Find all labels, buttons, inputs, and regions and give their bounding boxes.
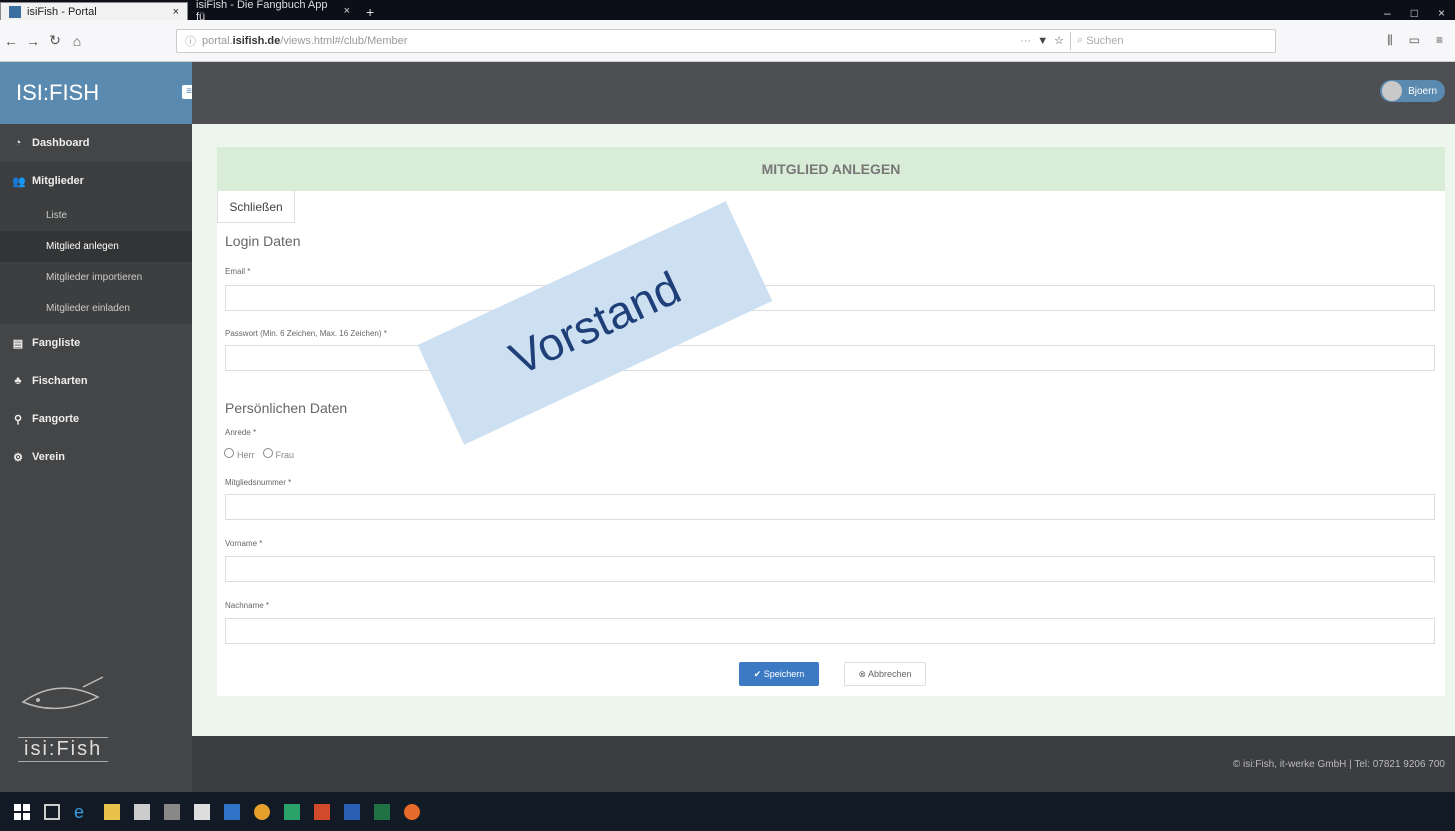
close-tab[interactable]: Schließen: [217, 191, 295, 223]
camera-icon[interactable]: [194, 803, 210, 820]
tab-title: isiFish - Portal: [27, 5, 97, 18]
back-icon[interactable]: ←: [0, 33, 22, 49]
isifish-favicon-icon: [9, 5, 21, 18]
sidebar-item-fangorte[interactable]: ⚲ Fangorte: [0, 400, 192, 438]
browser-toolbar-right: ⫼ ▭ ≡: [1387, 33, 1455, 48]
radio-frau[interactable]: Frau: [262, 448, 294, 460]
search-input[interactable]: ⌕ Suchen: [1070, 31, 1267, 50]
url-text: portal.isifish.de/views.html#/club/Membe…: [202, 34, 408, 47]
store-icon[interactable]: [134, 803, 150, 820]
file-explorer-icon[interactable]: [104, 803, 120, 820]
radio-herr[interactable]: Herr: [224, 448, 255, 460]
browser-navbar: ← → ↻ ⌂ ⓘ portal.isifish.de/views.html#/…: [0, 20, 1455, 62]
calculator-icon[interactable]: [164, 803, 180, 820]
fish-icon: ♣: [14, 375, 22, 387]
avatar: [1382, 81, 1403, 101]
personal-section-title: Persönlichen Daten: [225, 400, 348, 416]
firstname-field[interactable]: [225, 556, 1435, 582]
reload-icon[interactable]: ↻: [44, 32, 66, 49]
gears-icon: ⚙: [13, 451, 23, 464]
footer-text: © isi:Fish, it-werke GmbH | Tel: 07821 9…: [1232, 758, 1445, 770]
sidebar-item-mitglied-anlegen[interactable]: Mitglied anlegen: [0, 231, 192, 262]
task-view-icon[interactable]: [44, 803, 60, 820]
page-actions-icon[interactable]: ···: [1020, 35, 1031, 47]
cancel-button[interactable]: ⊗ Abbrechen: [844, 662, 926, 686]
browser-tab-strip: isiFish - Portal × isiFish - Die Fangbuc…: [0, 0, 1455, 23]
save-button[interactable]: ✔ Speichern: [739, 662, 819, 686]
chrome-icon[interactable]: [254, 803, 270, 820]
sidebar-toggle-icon[interactable]: ▭: [1409, 33, 1420, 48]
project-icon[interactable]: [284, 803, 300, 820]
sidebar-item-fischarten[interactable]: ♣ Fischarten: [0, 362, 192, 400]
user-name: Bjoern: [1408, 85, 1437, 97]
app-topbar: Bjoern: [192, 62, 1455, 124]
app-logo: ISI:FISH ≡: [0, 62, 196, 124]
outlook-icon[interactable]: [224, 803, 240, 820]
powerpoint-icon[interactable]: [314, 803, 330, 820]
sidebar-item-mitglieder[interactable]: 👥 Mitglieder: [0, 162, 192, 200]
home-icon[interactable]: ⌂: [66, 33, 88, 49]
list-icon: ▤: [12, 337, 24, 350]
password-label: Passwort (Min. 6 Zeichen, Max. 16 Zeiche…: [225, 329, 387, 338]
firstname-label: Vorname *: [225, 539, 263, 548]
tab-portal[interactable]: isiFish - Portal ×: [0, 2, 188, 20]
salutation-label: Anrede *: [225, 428, 257, 437]
member-number-label: Mitgliedsnummer *: [225, 478, 292, 487]
sidebar-item-liste[interactable]: Liste: [0, 200, 192, 231]
pocket-icon[interactable]: ▼: [1037, 35, 1048, 47]
app-window: ISI:FISH ≡ ◔ Dashboard 👥 Mitglieder Liste …: [0, 62, 1455, 792]
app-footer: © isi:Fish, it-werke GmbH | Tel: 07821 9…: [192, 736, 1455, 792]
sidebar-item-fangliste[interactable]: ▤ Fangliste: [0, 324, 192, 362]
edge-icon[interactable]: e: [74, 803, 90, 821]
password-field[interactable]: [225, 345, 1435, 371]
window-close-button[interactable]: ×: [1438, 6, 1445, 20]
new-tab-button[interactable]: +: [358, 4, 382, 20]
library-icon[interactable]: ⫼: [1387, 33, 1393, 48]
menu-icon[interactable]: ≡: [1436, 33, 1443, 48]
minimize-button[interactable]: –: [1384, 6, 1391, 20]
firefox-icon[interactable]: [404, 803, 420, 820]
close-icon[interactable]: ×: [344, 5, 350, 17]
windows-taskbar: e: [0, 792, 1455, 831]
login-section-title: Login Daten: [225, 233, 301, 249]
start-icon[interactable]: [14, 803, 30, 820]
tab-fangbuch[interactable]: isiFish - Die Fangbuch App fü ×: [188, 0, 358, 23]
lastname-label: Nachname *: [225, 601, 270, 610]
forward-icon[interactable]: →: [22, 33, 44, 49]
sidebar-item-mitglieder-importieren[interactable]: Mitglieder importieren: [0, 262, 192, 293]
pin-icon: ⚲: [13, 413, 23, 426]
close-icon[interactable]: ×: [173, 6, 179, 18]
lastname-field[interactable]: [225, 618, 1435, 644]
main-content: MITGLIED ANLEGEN Schließen Login Daten E…: [192, 124, 1455, 736]
window-controls: – □ ×: [1384, 6, 1455, 20]
radio-circle-icon: [262, 448, 273, 458]
word-icon[interactable]: [344, 803, 360, 820]
maximize-button[interactable]: □: [1411, 6, 1418, 20]
member-form-card: Schließen Login Daten Email * Passwort (…: [217, 191, 1445, 696]
excel-icon[interactable]: [374, 803, 390, 820]
address-bar[interactable]: ⓘ portal.isifish.de/views.html#/club/Mem…: [176, 28, 1276, 53]
info-icon: ⓘ: [185, 35, 196, 48]
member-number-field[interactable]: [225, 494, 1435, 520]
bookmark-star-icon[interactable]: ☆: [1054, 34, 1064, 47]
sidebar-item-verein[interactable]: ⚙ Verein: [0, 438, 192, 476]
fish-logo-icon: [21, 676, 104, 710]
users-icon: 👥: [12, 175, 26, 188]
isifish-brand-logo: isi:Fish: [18, 672, 128, 762]
page-title: MITGLIED ANLEGEN: [217, 147, 1445, 191]
sidebar-menu: ◔ Dashboard 👥 Mitglieder Liste Mitglied an…: [0, 124, 192, 476]
sidebar: ISI:FISH ≡ ◔ Dashboard 👥 Mitglieder Liste …: [0, 62, 196, 792]
email-label: Email *: [225, 267, 251, 276]
sidebar-item-mitglieder-einladen[interactable]: Mitglieder einladen: [0, 293, 192, 324]
email-field[interactable]: [225, 285, 1435, 311]
user-menu[interactable]: Bjoern: [1380, 80, 1445, 102]
salutation-radios: Herr Frau: [224, 448, 294, 460]
dashboard-icon: ◔: [14, 137, 22, 149]
sidebar-item-dashboard[interactable]: ◔ Dashboard: [0, 124, 192, 162]
search-icon: ⌕: [1077, 34, 1087, 46]
radio-circle-icon: [224, 448, 234, 458]
